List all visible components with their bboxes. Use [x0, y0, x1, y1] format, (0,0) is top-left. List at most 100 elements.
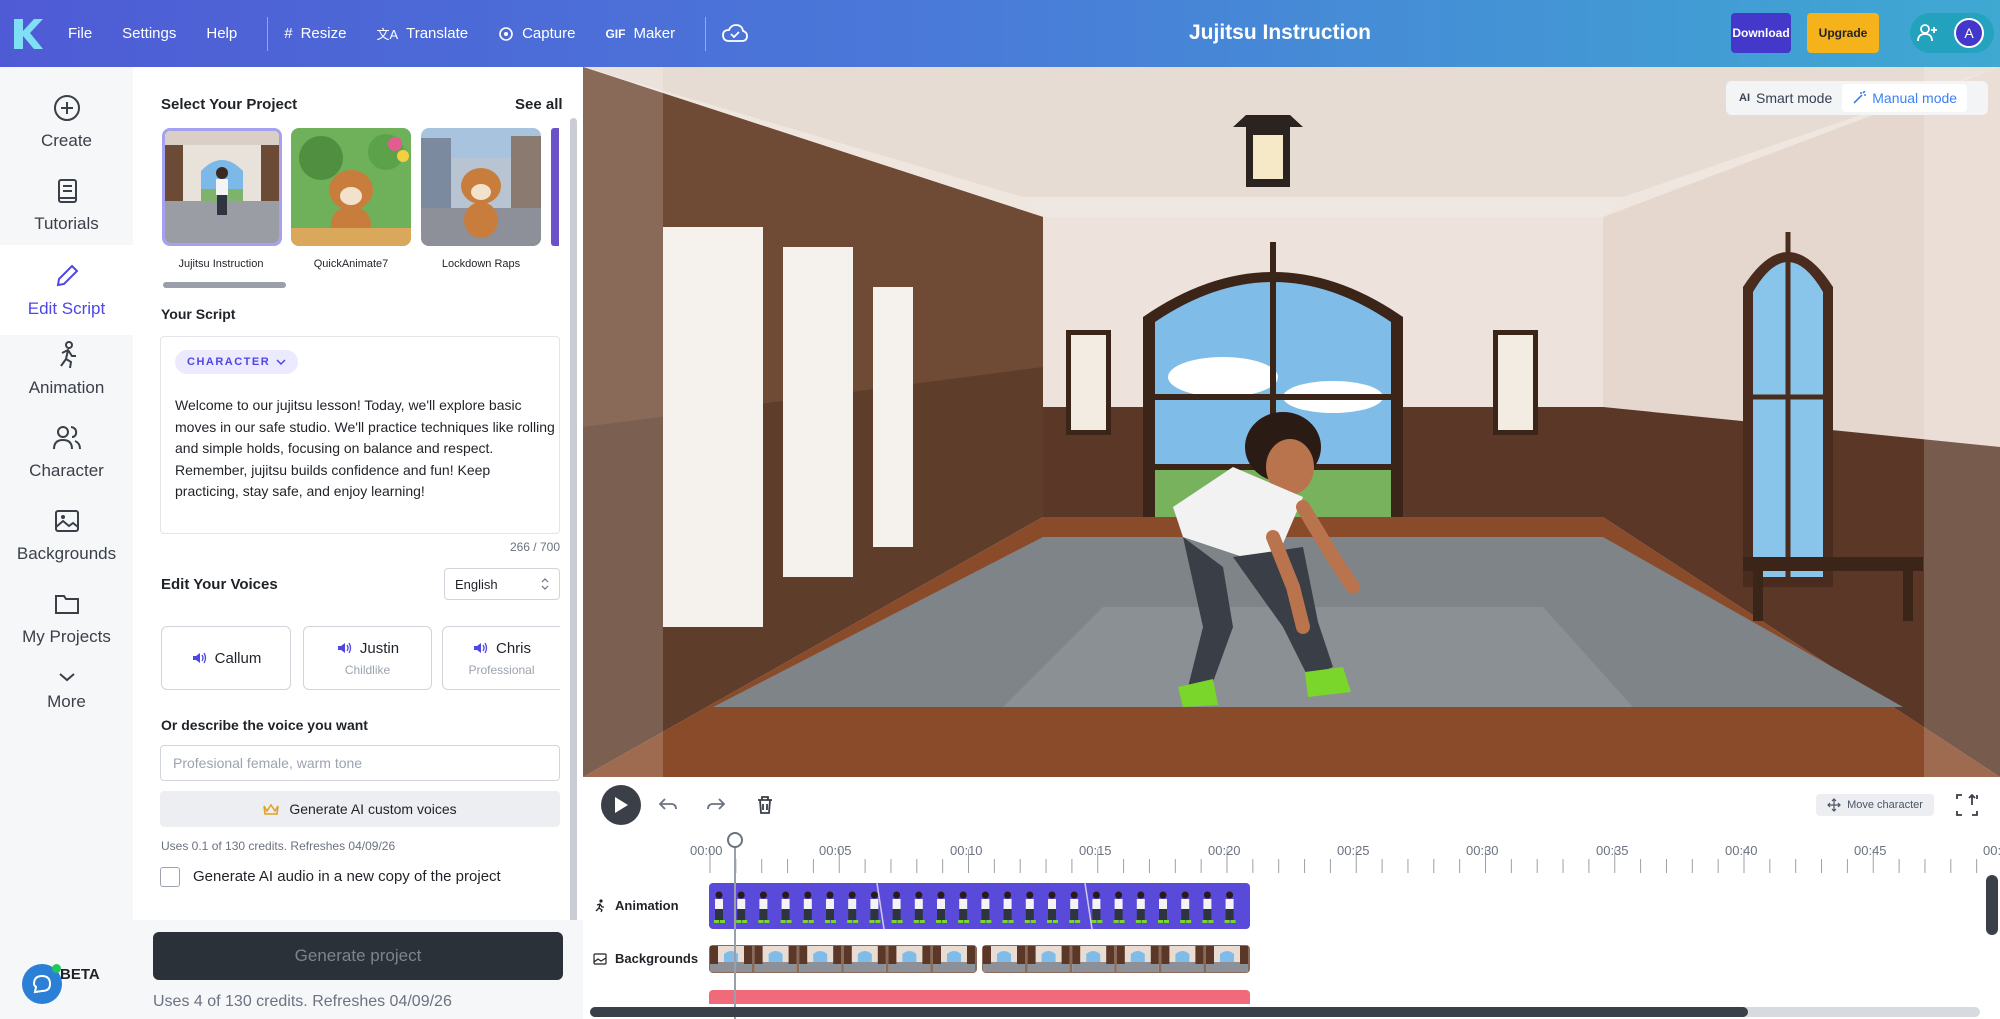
nav-item-animation[interactable]: Animation: [0, 329, 133, 409]
background-track-clip[interactable]: [709, 945, 977, 973]
generate-custom-voices-button[interactable]: Generate AI custom voices: [160, 791, 560, 827]
voice-description-input[interactable]: Profesional female, warm tone: [160, 745, 560, 781]
project-thumb-lockdown-raps[interactable]: [421, 128, 541, 246]
beta-badge: BETA: [60, 966, 100, 983]
menu-settings[interactable]: Settings: [122, 25, 176, 42]
playhead[interactable]: [734, 834, 736, 1019]
pencil-icon: [56, 264, 78, 287]
nav-item-label: My Projects: [22, 627, 111, 646]
animation-frame: [1091, 891, 1103, 923]
user-menu[interactable]: A: [1910, 13, 1994, 53]
tool-gif-maker[interactable]: GIF Maker: [605, 25, 675, 42]
animation-frame: [714, 891, 725, 923]
background-frame: [799, 946, 842, 972]
download-button[interactable]: Download: [1731, 13, 1791, 53]
background-frame: [1072, 946, 1115, 972]
play-button[interactable]: [601, 785, 641, 825]
voice-card-callum[interactable]: Callum: [161, 626, 291, 690]
play-icon: [615, 797, 628, 813]
see-all-link[interactable]: See all: [515, 96, 563, 113]
chevron-down-icon: [276, 359, 286, 366]
nav-item-my-projects[interactable]: My Projects: [0, 578, 133, 658]
voice-card-justin[interactable]: Justin Childlike: [303, 626, 432, 690]
manual-mode-label: Manual mode: [1872, 90, 1958, 106]
nav-item-tutorials[interactable]: Tutorials: [0, 165, 133, 245]
background-frame: [933, 946, 975, 972]
animation-frame: [847, 891, 859, 923]
nav-item-character[interactable]: Character: [0, 412, 133, 492]
manual-mode-button[interactable]: Manual mode: [1842, 84, 1968, 112]
timeline-scrollbar-thumb[interactable]: [590, 1007, 1748, 1017]
nav-item-backgrounds[interactable]: Backgrounds: [0, 495, 133, 575]
animation-frame: [980, 891, 992, 923]
tick-label: 00:30: [1466, 843, 1499, 858]
trash-icon[interactable]: [753, 793, 777, 817]
move-character-button[interactable]: Move character: [1816, 794, 1934, 816]
tool-gif-maker-label: Maker: [633, 25, 676, 42]
script-editor[interactable]: CHARACTER Welcome to our jujitsu lesson!…: [160, 336, 560, 534]
track-label-backgrounds: Backgrounds: [593, 951, 698, 966]
resize-canvas-icon[interactable]: [1954, 792, 1980, 818]
voice-description: Professional: [468, 662, 535, 677]
plus-circle-icon: [53, 95, 80, 121]
panel-scrollbar[interactable]: [570, 118, 577, 938]
menu-file[interactable]: File: [68, 25, 92, 42]
background-frame: [1027, 946, 1070, 972]
animation-frame: [802, 891, 814, 923]
tool-resize[interactable]: # Resize: [284, 25, 346, 42]
mode-toggle[interactable]: AI Smart mode Manual mode: [1726, 81, 1988, 115]
background-frame: [1161, 946, 1204, 972]
people-icon: [52, 426, 81, 450]
nav-item-more[interactable]: More: [0, 651, 133, 731]
app-logo-icon[interactable]: [12, 17, 44, 51]
smart-mode-button[interactable]: AI Smart mode: [1729, 84, 1842, 112]
animation-frame: [736, 891, 748, 923]
voice-description: Childlike: [344, 662, 391, 677]
cloud-check-icon[interactable]: [722, 23, 749, 45]
voice-card-chris[interactable]: Chris Professional: [442, 626, 560, 690]
add-user-icon[interactable]: [1916, 22, 1938, 44]
your-script-heading: Your Script: [161, 306, 236, 322]
move-arrows-icon: [1827, 798, 1841, 812]
project-thumb-partial[interactable]: [551, 128, 559, 246]
hash-icon: #: [284, 25, 293, 42]
project-carousel-scrollbar[interactable]: [163, 282, 286, 288]
tick-label: 00:15: [1079, 843, 1112, 858]
nav-item-label: Character: [29, 461, 104, 480]
new-copy-checkbox[interactable]: [160, 867, 180, 887]
running-person-icon: [595, 898, 604, 912]
upgrade-button[interactable]: Upgrade: [1807, 13, 1879, 53]
tool-capture[interactable]: Capture: [498, 25, 575, 42]
script-text[interactable]: Welcome to our jujitsu lesson! Today, we…: [175, 395, 555, 503]
project-thumb-quickanimate7[interactable]: [291, 128, 411, 246]
character-selector[interactable]: CHARACTER: [175, 350, 299, 374]
project-title[interactable]: Jujitsu Instruction: [1180, 21, 1380, 45]
animation-track-clip[interactable]: [709, 883, 1250, 929]
timeline-vertical-scrollbar[interactable]: [1986, 875, 1998, 935]
running-person-icon: [59, 341, 76, 369]
language-select[interactable]: English: [444, 568, 560, 600]
dojo-scene: [583, 67, 2000, 777]
nav-item-create[interactable]: Create: [0, 82, 133, 162]
top-bar: File Settings Help # Resize 文A Translate…: [0, 0, 2000, 67]
redo-icon[interactable]: [704, 793, 728, 817]
tool-translate[interactable]: 文A Translate: [376, 24, 468, 43]
project-thumb-jujitsu[interactable]: [162, 128, 282, 246]
generate-project-button[interactable]: Generate project: [153, 932, 563, 980]
nav-item-edit-script[interactable]: Edit Script: [0, 245, 133, 335]
timeline-ruler[interactable]: [583, 833, 2000, 873]
gif-badge: GIF: [605, 26, 626, 41]
wand-icon: [1853, 91, 1867, 104]
scene-canvas[interactable]: [583, 67, 2000, 777]
animation-frame: [1202, 891, 1214, 923]
menu-help[interactable]: Help: [206, 25, 237, 42]
camera-track-clip[interactable]: [709, 990, 1250, 1004]
animation-frame: [1002, 891, 1014, 923]
nav-item-label: Animation: [28, 378, 105, 397]
background-track-clip[interactable]: [982, 945, 1250, 973]
undo-icon[interactable]: [656, 793, 680, 817]
folder-icon: [54, 595, 79, 614]
playhead-handle[interactable]: [727, 832, 743, 848]
voice-name: Chris: [495, 639, 531, 657]
avatar[interactable]: A: [1954, 18, 1984, 48]
